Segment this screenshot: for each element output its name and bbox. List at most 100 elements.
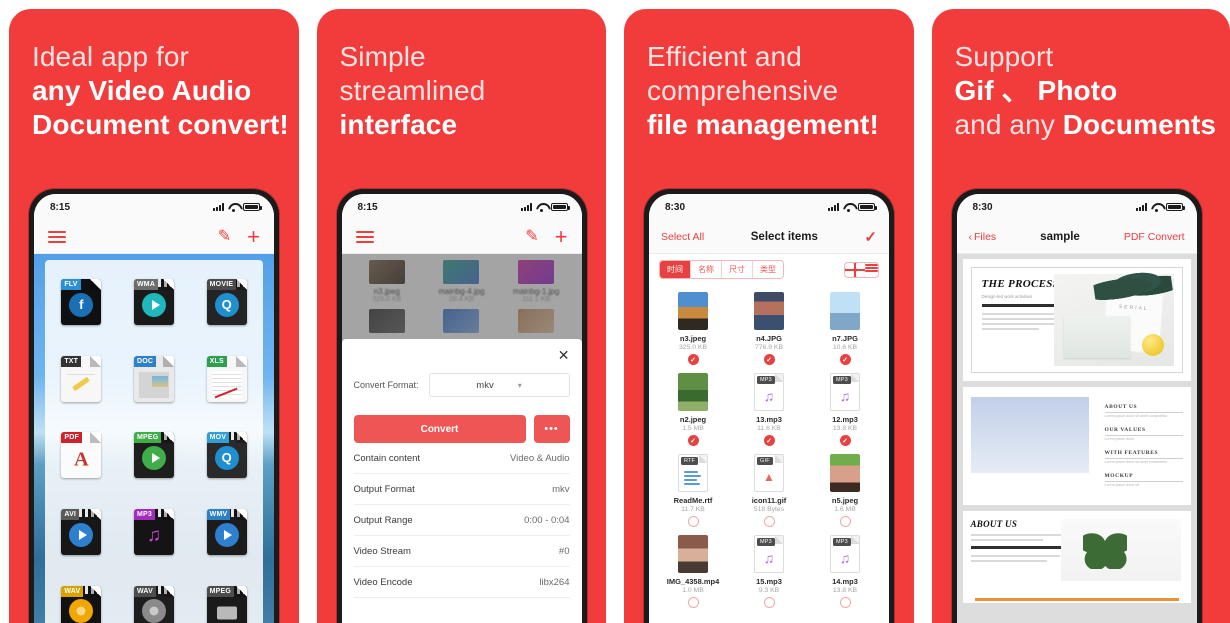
file-cell[interactable]: MP3 ♫ 15.mp3 9.3 KB [731, 530, 807, 611]
convert-sheet: ✕ Convert Format: mkv ▾ Convert ••• Cont… [341, 339, 582, 623]
list-view-icon[interactable] [865, 263, 878, 277]
toc-entry-3: MOCKUP Lorem ipsum dolor sit [1104, 473, 1183, 487]
panel-2: Simple streamlined interface 8:15 ✎ + ✕ … [308, 0, 616, 623]
format-icon-movie-2[interactable]: MOVIE Q [206, 279, 247, 326]
selection-checkbox[interactable] [839, 435, 851, 446]
more-options-button[interactable]: ••• [533, 415, 570, 443]
phone-1-screen: 8:15 ✎ + FLV f WMA MOVIE Q TXT DOC XLS PDF A M [34, 194, 274, 623]
status-indicators [1135, 203, 1185, 212]
file-thumbnail: MP3 ♫ [830, 373, 860, 411]
image-icon: ▲ [763, 470, 775, 485]
selection-checkbox[interactable] [763, 354, 775, 365]
setting-key: Video Stream [353, 545, 411, 557]
hamburger-icon[interactable] [355, 228, 374, 246]
setting-row[interactable]: Contain content Video & Audio [353, 443, 570, 474]
file-type-badge: MP3 [757, 376, 775, 384]
selection-checkbox[interactable] [763, 435, 775, 446]
format-icon-wav-13[interactable]: WAV [133, 585, 174, 623]
file-size: 776.9 KB [755, 344, 783, 351]
format-icon-pdf-6[interactable]: PDF A [61, 432, 102, 479]
file-cell[interactable]: IMG_4358.mp4 1.0 MB [655, 530, 731, 611]
page-3-accent-bar [974, 598, 1179, 601]
file-thumbnail [678, 535, 708, 573]
panel-1: Ideal app for any Video Audio Document c… [0, 0, 308, 623]
selection-checkbox[interactable] [687, 354, 699, 365]
format-icon-mov-8[interactable]: MOV Q [206, 432, 247, 479]
file-cell[interactable]: GIF ▲ icon11.gif 518 Bytes [731, 449, 807, 530]
file-name: icon11.gif [751, 496, 787, 505]
sort-tab-3[interactable]: 类型 [753, 261, 783, 278]
selection-checkbox[interactable] [687, 516, 699, 527]
plus-icon[interactable]: + [247, 225, 260, 248]
convert-format-select[interactable]: mkv ▾ [428, 373, 570, 397]
file-cell[interactable]: n3.jpeg 325.0 KB [655, 287, 731, 368]
selection-checkbox[interactable] [839, 597, 851, 608]
format-icon-avi-9[interactable]: AVI [61, 509, 102, 556]
file-size: 13.8 KB [832, 587, 858, 594]
checkmark-icon[interactable]: ✓ [864, 228, 877, 246]
setting-row[interactable]: Output Format mkv [353, 474, 570, 505]
document-preview[interactable]: SERIAL THE PROCESS Design-led work activ… [956, 254, 1197, 623]
panel-2-headline: Simple streamlined interface [340, 40, 602, 142]
format-icon-wmv-11[interactable]: WMV [206, 509, 247, 556]
format-icon-wav-12[interactable]: WAV [61, 585, 102, 623]
headline-line-2: comprehensive [647, 75, 839, 107]
pencil-icon[interactable]: ✎ [525, 228, 538, 245]
setting-key: Output Range [353, 514, 413, 526]
file-cell[interactable]: RTF ReadMe.rtf 11.7 KB [655, 449, 731, 530]
convert-format-row: Convert Format: mkv ▾ [354, 373, 570, 397]
disc-center-icon [76, 606, 86, 616]
document-page-2: ABOUT US Lorem ipsum dolor sit amet conse… [962, 387, 1191, 505]
file-cell[interactable]: n5.jpeg 1.6 MB [807, 449, 883, 530]
format-icon-mpeg-7[interactable]: MPEG [133, 432, 174, 479]
plus-icon[interactable]: + [555, 225, 568, 248]
setting-row[interactable]: Output Range 0:00 - 0:04 [353, 505, 570, 536]
file-cell[interactable]: n2.jpeg 1.5 MB [655, 368, 731, 449]
toc-underline [1104, 458, 1183, 459]
selection-checkbox[interactable] [687, 435, 699, 446]
status-bar: 8:30 [956, 194, 1197, 220]
file-thumbnail [678, 373, 708, 411]
music-note-icon: ♫ [839, 549, 851, 566]
format-icon-txt-3[interactable]: TXT [61, 355, 102, 402]
format-icon-flv-0[interactable]: FLV f [61, 279, 102, 326]
selection-checkbox[interactable] [839, 516, 851, 527]
sort-tab-0[interactable]: 时间 [660, 261, 691, 278]
back-to-files-button[interactable]: ‹ Files [969, 231, 997, 243]
pencil-icon[interactable]: ✎ [218, 228, 231, 245]
file-cell[interactable]: MP3 ♫ 12.mp3 13.8 KB [807, 368, 883, 449]
play-icon [151, 453, 160, 464]
file-cell[interactable]: MP3 ♫ 14.mp3 13.8 KB [807, 530, 883, 611]
format-icon-wma-1[interactable]: WMA [133, 279, 174, 326]
file-cell[interactable]: n4.JPG 776.9 KB [731, 287, 807, 368]
select-all-button[interactable]: Select All [661, 231, 704, 243]
file-name: n3.jpeg [679, 334, 707, 343]
toc-sub: Lorem ipsum dolor sit [1104, 483, 1139, 487]
format-icon-xls-5[interactable]: XLS [206, 355, 247, 402]
format-icon-doc-4[interactable]: DOC [133, 355, 174, 402]
file-cell[interactable]: n7.JPG 10.6 KB [807, 287, 883, 368]
sort-tab-2[interactable]: 尺寸 [722, 261, 753, 278]
selection-checkbox[interactable] [763, 516, 775, 527]
format-icon-mpeg-14[interactable]: MPEG [206, 585, 247, 623]
file-cell[interactable]: MP3 ♫ 13.mp3 11.6 KB [731, 368, 807, 449]
file-name: IMG_4358.mp4 [666, 577, 720, 586]
selection-checkbox[interactable] [687, 597, 699, 608]
pdf-convert-button[interactable]: PDF Convert [1124, 231, 1185, 243]
close-icon[interactable]: ✕ [558, 347, 570, 364]
setting-row[interactable]: Video Stream #0 [353, 536, 570, 567]
setting-row[interactable]: Video Encode libx264 [353, 567, 570, 598]
convert-button[interactable]: Convert [353, 415, 526, 443]
file-type-badge: MP3 [833, 538, 851, 546]
format-icon-grid: FLV f WMA MOVIE Q TXT DOC XLS PDF A MPEG MOV Q AVI MP3… [45, 260, 263, 623]
hamburger-icon[interactable] [48, 228, 66, 246]
selection-checkbox[interactable] [839, 354, 851, 365]
grid-view-icon[interactable] [845, 262, 865, 277]
sort-tab-1[interactable]: 名称 [691, 261, 722, 278]
chevron-left-icon: ‹ [968, 230, 973, 243]
page-fold-icon [235, 509, 247, 521]
status-bar: 8:15 [341, 194, 582, 220]
phone-2-screen: 8:15 ✎ + n3.jpeg325.0 KBmainbg-4.jp [341, 194, 582, 623]
format-icon-mp3-10[interactable]: MP3 ♫ [133, 509, 174, 556]
selection-checkbox[interactable] [763, 597, 775, 608]
